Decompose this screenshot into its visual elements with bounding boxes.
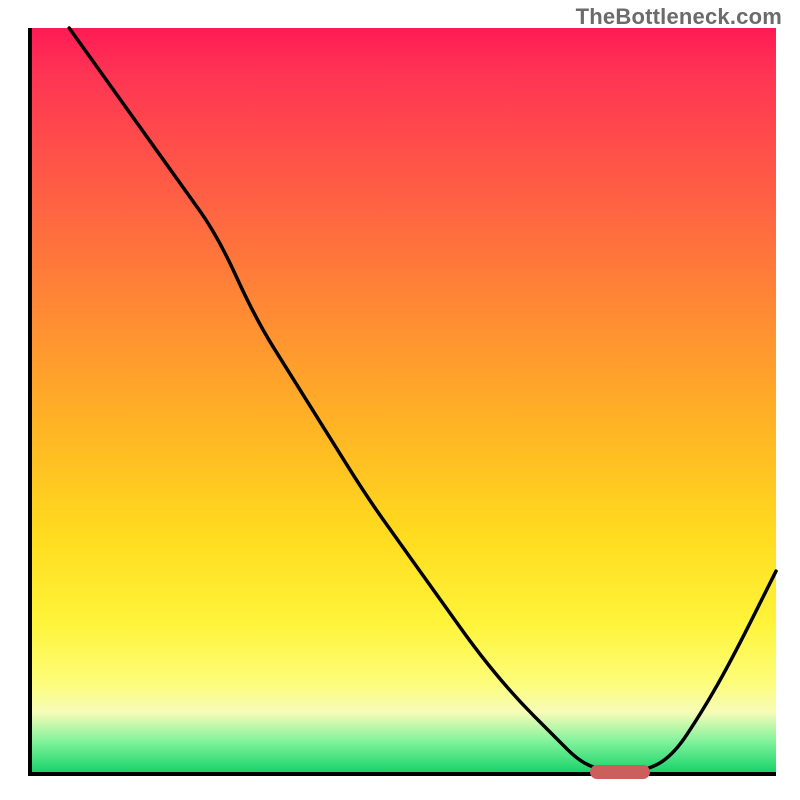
optimum-marker [590,765,650,779]
plot-area [28,28,776,776]
watermark-text: TheBottleneck.com [576,4,782,30]
bottleneck-curve [32,28,776,772]
bottleneck-chart: TheBottleneck.com [0,0,800,800]
